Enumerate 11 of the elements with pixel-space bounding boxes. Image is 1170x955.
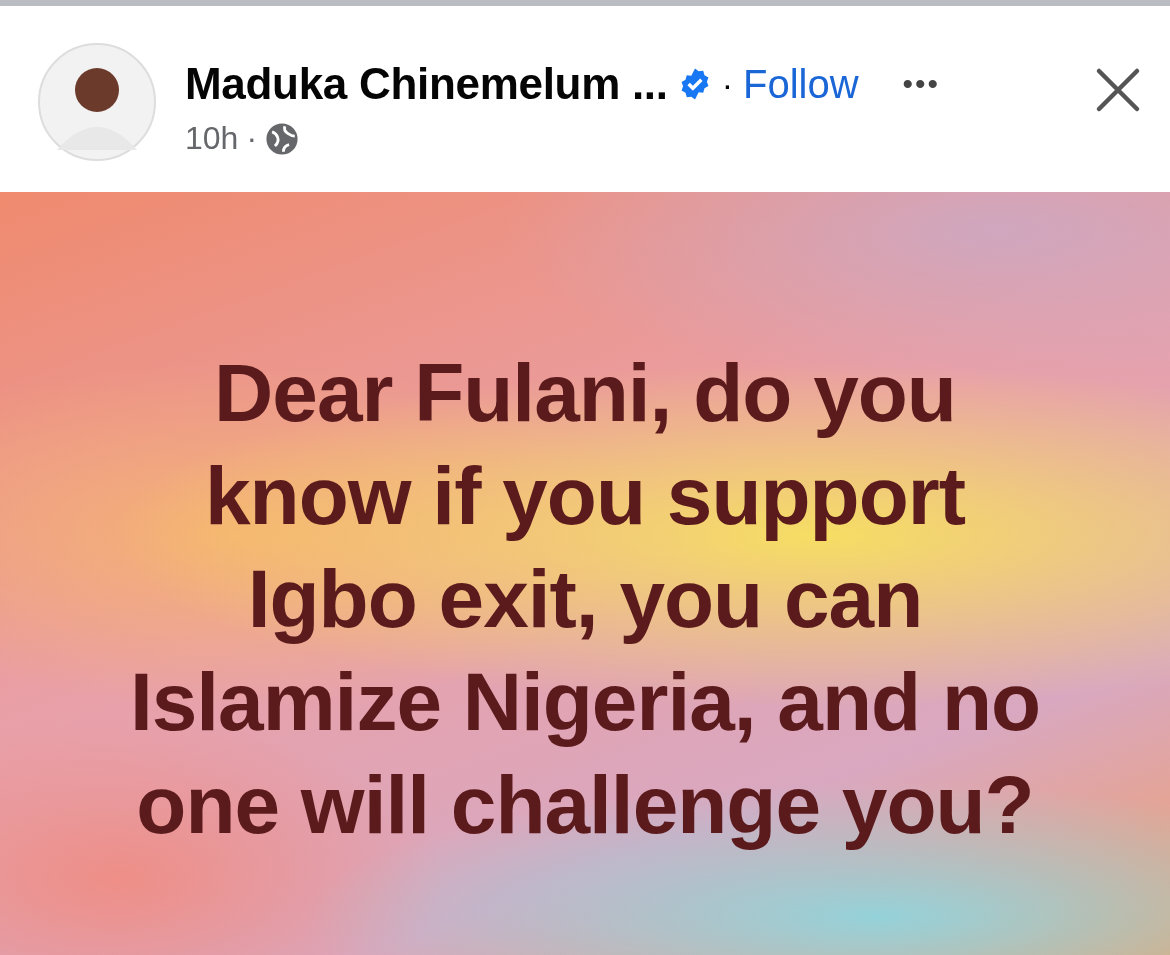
avatar[interactable] xyxy=(37,42,157,162)
post-text: Dear Fulani, do you know if you support Igbo exit, you can Islamize Nigeria, and no one will challenge you? xyxy=(129,346,1041,852)
close-button[interactable] xyxy=(1094,66,1142,114)
close-icon xyxy=(1094,66,1142,114)
author-name[interactable]: Maduka Chinemelum ... xyxy=(185,59,668,109)
more-button[interactable]: ••• xyxy=(902,67,941,101)
follow-link[interactable]: Follow xyxy=(743,61,859,107)
post-time[interactable]: 10h xyxy=(185,120,239,157)
globe-icon xyxy=(265,121,300,156)
separator-dot: · xyxy=(721,64,733,104)
separator-dot: · xyxy=(246,120,258,157)
